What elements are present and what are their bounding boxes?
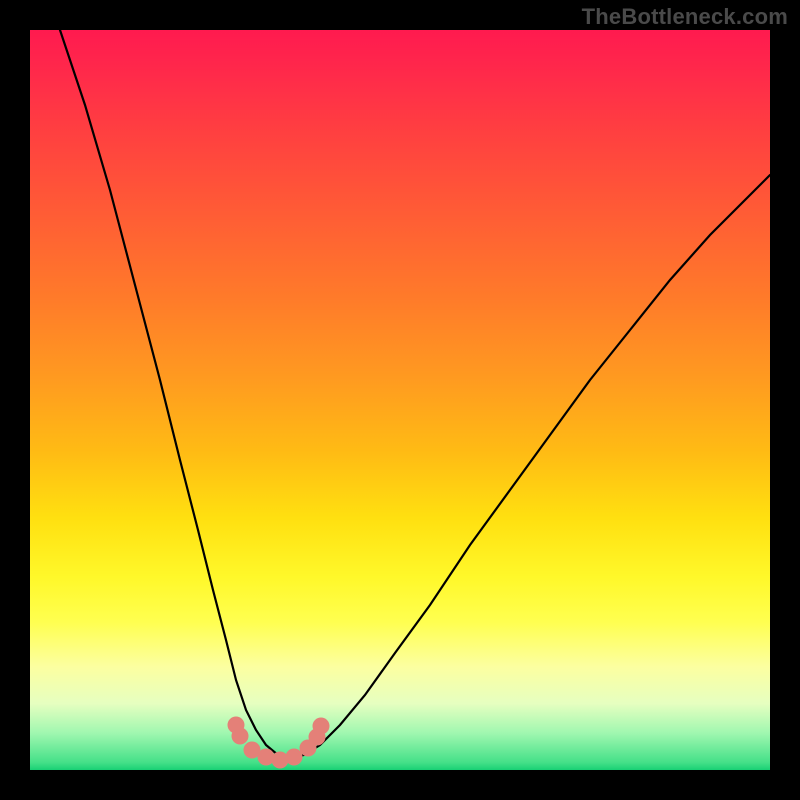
marker-dot xyxy=(258,749,275,766)
watermark-text: TheBottleneck.com xyxy=(582,4,788,30)
marker-dot xyxy=(313,718,330,735)
chart-frame: TheBottleneck.com xyxy=(0,0,800,800)
bottom-markers xyxy=(228,717,330,769)
marker-dot xyxy=(272,752,289,769)
plot-area xyxy=(30,30,770,770)
marker-dot xyxy=(286,749,303,766)
curve-layer xyxy=(30,30,770,770)
marker-dot xyxy=(232,728,249,745)
bottleneck-curve xyxy=(60,30,770,758)
